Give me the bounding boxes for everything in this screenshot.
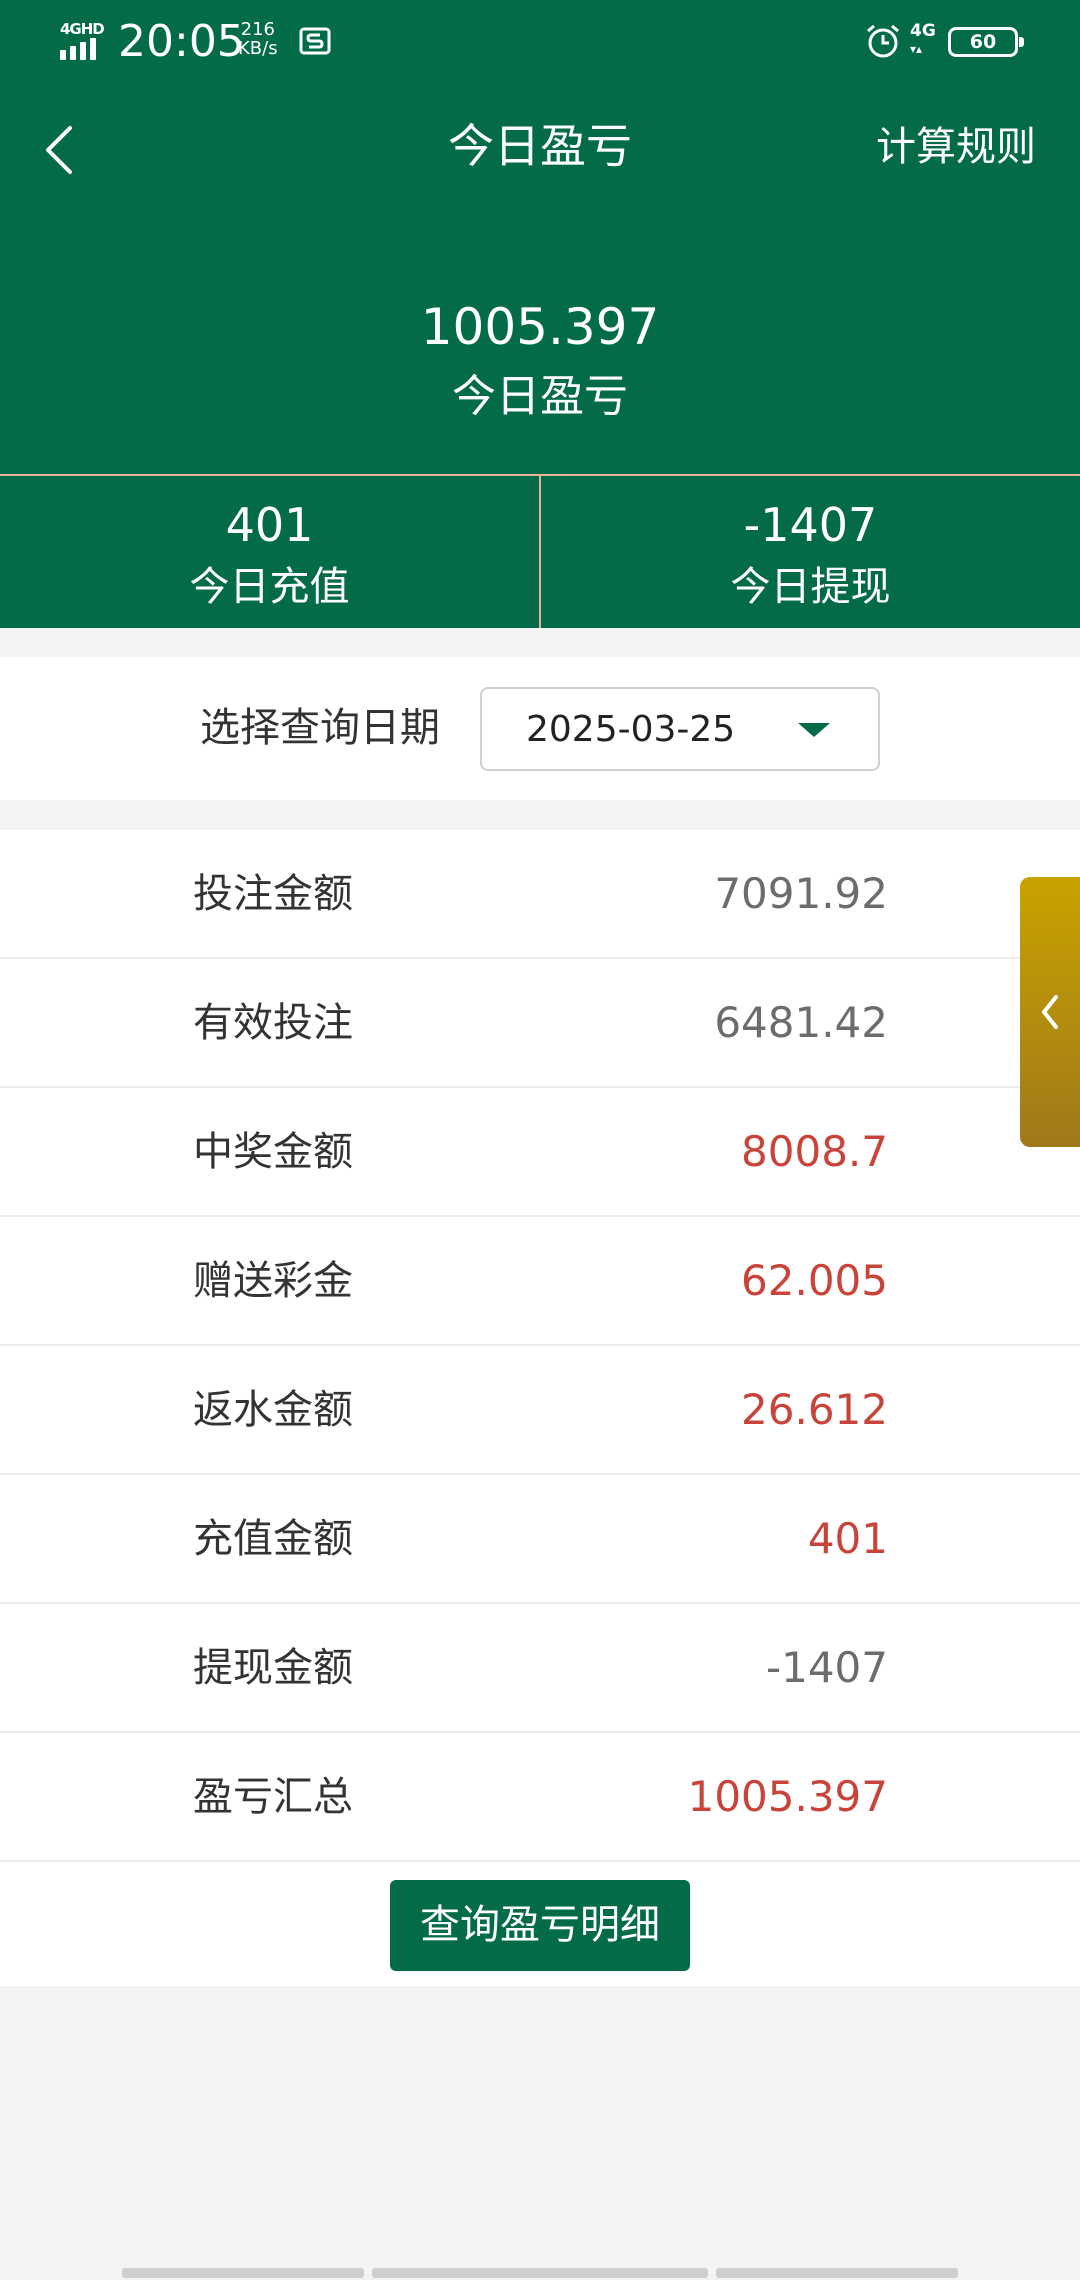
row-value: 1005.397 xyxy=(687,1772,888,1821)
scroll-segment xyxy=(716,2268,958,2278)
table-row: 返水金额 26.612 xyxy=(0,1346,1080,1475)
side-tab-chevron-left-icon xyxy=(1042,995,1058,1029)
network-right-label: 4G xyxy=(910,21,936,41)
nav-bar: 今日盈亏 计算规则 xyxy=(0,86,1080,210)
net-speed: 216 KB/s xyxy=(238,20,278,58)
row-value: 7091.92 xyxy=(714,869,888,918)
row-value: -1407 xyxy=(765,1643,888,1692)
stat-recharge: 401 今日充值 xyxy=(0,476,539,628)
table-row: 盈亏汇总 1005.397 xyxy=(0,1733,1080,1862)
profit-summary: 1005.397 今日盈亏 xyxy=(0,210,1080,474)
row-value: 62.005 xyxy=(741,1256,888,1305)
query-detail-button[interactable]: 查询盈亏明细 xyxy=(390,1880,690,1971)
stats-bar: 401 今日充值 -1407 今日提现 xyxy=(0,474,1080,628)
calc-rules-link[interactable]: 计算规则 xyxy=(876,120,1036,174)
dropdown-caret-icon xyxy=(798,723,830,737)
profit-table: 投注金额 7091.92 有效投注 6481.42 中奖金额 8008.7 赠送… xyxy=(0,830,1080,1986)
table-row: 有效投注 6481.42 xyxy=(0,959,1080,1088)
stat-recharge-value: 401 xyxy=(225,498,314,552)
side-drawer-tab[interactable] xyxy=(1020,877,1080,1147)
scroll-segment xyxy=(122,2268,364,2278)
table-row: 中奖金额 8008.7 xyxy=(0,1088,1080,1217)
row-label: 充值金额 xyxy=(193,1516,353,1562)
row-label: 有效投注 xyxy=(193,1000,353,1046)
battery-indicator: 60 xyxy=(948,27,1024,57)
date-filter-label: 选择查询日期 xyxy=(200,705,440,751)
profit-value: 1005.397 xyxy=(420,298,660,356)
date-select[interactable]: 2025-03-25 xyxy=(480,687,880,771)
row-label: 提现金额 xyxy=(193,1645,353,1691)
row-value: 8008.7 xyxy=(741,1127,888,1176)
row-value: 26.612 xyxy=(741,1385,888,1434)
date-filter: 选择查询日期 2025-03-25 xyxy=(0,657,1080,800)
net-speed-unit: KB/s xyxy=(238,38,278,59)
signal-icon: 4GHD xyxy=(58,20,105,60)
network-right-indicator: 4G ▾▴ xyxy=(910,22,936,58)
row-label: 投注金额 xyxy=(193,871,353,917)
table-row: 充值金额 401 xyxy=(0,1475,1080,1604)
profit-label: 今日盈亏 xyxy=(452,371,628,422)
network-left-label: 4GHD xyxy=(60,20,105,38)
status-bar: 4GHD 20:05 216 KB/s 4G ▾▴ 60 xyxy=(0,0,1080,86)
table-row: 赠送彩金 62.005 xyxy=(0,1217,1080,1346)
alarm-icon xyxy=(867,24,899,58)
data-arrows-icon: ▾▴ xyxy=(910,42,923,56)
row-value: 401 xyxy=(807,1514,888,1563)
sim-s-icon xyxy=(299,27,331,55)
stat-withdraw-value: -1407 xyxy=(743,498,878,552)
row-value: 6481.42 xyxy=(714,998,888,1047)
stat-withdraw-label: 今日提现 xyxy=(730,564,891,610)
stat-recharge-label: 今日充值 xyxy=(189,564,350,610)
row-label: 盈亏汇总 xyxy=(193,1774,353,1820)
row-label: 中奖金额 xyxy=(193,1129,353,1175)
bottom-scroll-indicator xyxy=(0,2268,1080,2280)
status-time: 20:05 xyxy=(118,16,245,67)
stat-withdraw: -1407 今日提现 xyxy=(539,476,1080,628)
table-row: 提现金额 -1407 xyxy=(0,1604,1080,1733)
row-label: 赠送彩金 xyxy=(193,1258,353,1304)
scroll-segment xyxy=(372,2268,708,2278)
date-select-value: 2025-03-25 xyxy=(526,709,736,750)
row-label: 返水金额 xyxy=(193,1387,353,1433)
table-row: 投注金额 7091.92 xyxy=(0,830,1080,959)
net-speed-value: 216 xyxy=(240,19,275,40)
